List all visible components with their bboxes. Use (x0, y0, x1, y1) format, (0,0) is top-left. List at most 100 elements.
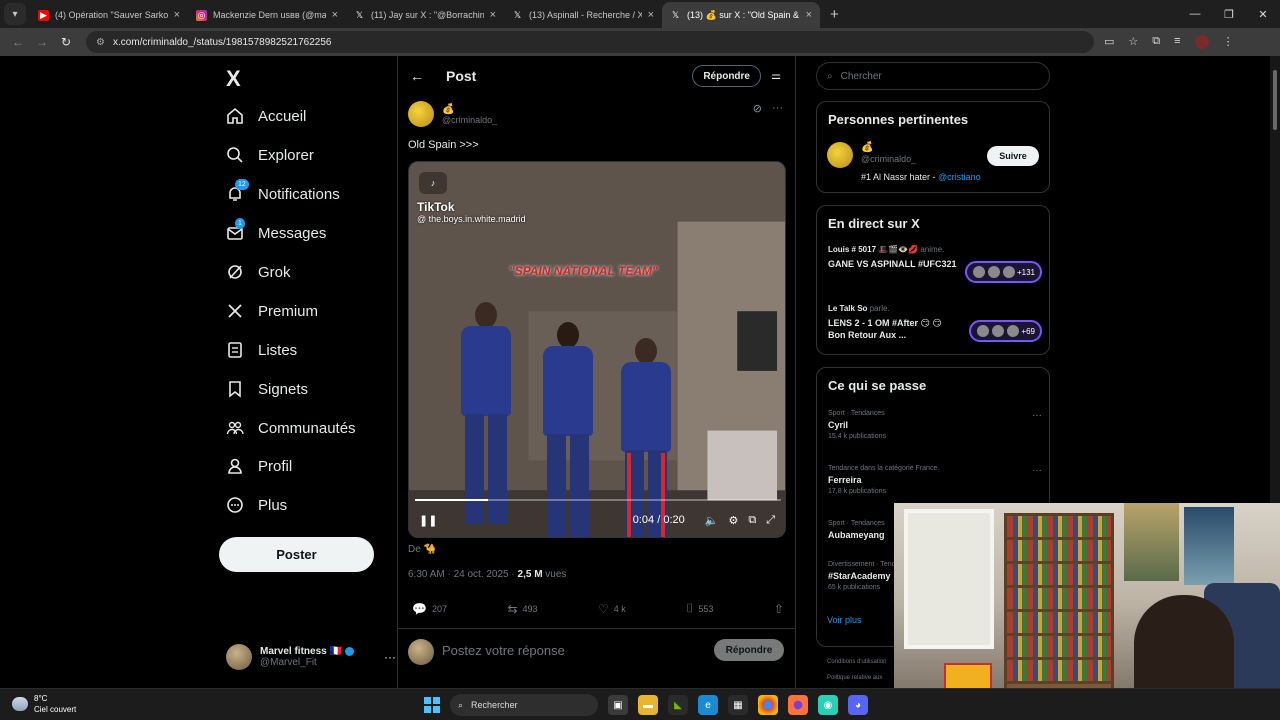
reply-button[interactable]: Répondre (714, 639, 784, 661)
home-icon (226, 107, 244, 125)
star-icon[interactable]: ☆ (1128, 35, 1138, 49)
media-icon[interactable]: ≡ (1174, 35, 1180, 49)
nav-item-grok[interactable]: Grok (216, 253, 391, 291)
live-item[interactable]: Le Talk So parle. LENS 2 - 1 OM #After 😏… (828, 304, 1042, 342)
browser-tab-1[interactable]: ◎ Mackenzie Dern usвв (@macke × (188, 2, 346, 28)
follow-button[interactable]: Suivre (987, 146, 1039, 166)
nav-item-premium[interactable]: Premium (216, 292, 391, 330)
browser-tab-4[interactable]: 𝕏 (13) 💰 sur X : "Old Spain & × (662, 2, 820, 28)
repost-icon: ⇆ (507, 601, 518, 616)
post-author[interactable]: 💰 @criminaldo_ (408, 101, 497, 127)
video-progress-bar[interactable] (415, 499, 781, 501)
app-icon[interactable]: ◉ (818, 695, 838, 715)
nav-item-listes[interactable]: Listes (216, 331, 391, 369)
browser-tab-3[interactable]: 𝕏 (13) Aspinall - Recherche / X × (504, 2, 662, 28)
scrollbar-thumb[interactable] (1273, 70, 1277, 130)
nav-item-notifications[interactable]: 12 Notifications (216, 175, 391, 213)
task-view-icon[interactable]: ▣ (608, 695, 628, 715)
search-input[interactable]: ⌕ Chercher (816, 62, 1050, 90)
cast-icon[interactable]: ▭ (1104, 35, 1114, 49)
post-timestamp[interactable]: 6:30 AM · 24 oct. 2025 · (408, 569, 518, 580)
author-name[interactable]: 💰 (442, 104, 497, 115)
weather-widget[interactable]: 8°C Ciel couvert (12, 693, 76, 715)
pause-icon[interactable]: ❚❚ (419, 514, 437, 527)
share-action[interactable]: ⇧ (774, 601, 784, 616)
author-handle[interactable]: @criminaldo_ (442, 115, 497, 125)
nav-item-accueil[interactable]: Accueil (216, 97, 391, 135)
close-icon[interactable]: × (648, 9, 654, 21)
see-more-link[interactable]: Voir plus (827, 615, 862, 625)
post-button[interactable]: Poster (219, 537, 374, 572)
person-name[interactable]: 💰 (861, 142, 873, 153)
footer-link[interactable]: Conditions d'utilisation (827, 654, 887, 670)
bookmark-action[interactable]: ⌷ 553 (686, 601, 713, 616)
file-explorer-icon[interactable]: ▬ (638, 695, 658, 715)
live-item[interactable]: Louis # 5017 🎩🎬👁️💋 anime. GANE VS ASPINA… (828, 245, 1042, 283)
restore-icon[interactable]: ❐ (1212, 0, 1246, 28)
back-icon[interactable]: ← (6, 35, 30, 49)
close-icon[interactable]: × (332, 9, 338, 21)
x-logo[interactable]: X (226, 66, 241, 92)
browser-tab-0[interactable]: ▶ (4) Opération "Sauver Sarko", la × (30, 2, 188, 28)
forward-icon[interactable]: → (30, 35, 54, 49)
more-icon[interactable]: ··· (772, 102, 783, 115)
reply-input[interactable]: Postez votre réponse (442, 643, 565, 658)
taskbar-search[interactable]: ⌕ Rechercher (450, 694, 598, 716)
new-tab-button[interactable]: + (830, 6, 839, 23)
tiktok-user: @ the.boys.in.white.madrid (417, 214, 526, 224)
tab-search-button[interactable]: ▾ (4, 3, 26, 25)
footer-links: Conditions d'utilisation Politique relat… (827, 654, 887, 686)
url-field[interactable]: ⚙ x.com/criminaldo_/status/1981578982521… (86, 31, 1094, 53)
store-icon[interactable]: ▦ (728, 695, 748, 715)
reply-action[interactable]: 💬 207 (412, 601, 447, 616)
profile-avatar[interactable] (1194, 35, 1209, 49)
firefox-icon[interactable] (788, 695, 808, 715)
avatar[interactable] (827, 142, 853, 168)
fullscreen-icon[interactable]: ⤢ (766, 514, 775, 527)
back-arrow-icon[interactable]: ← (410, 68, 424, 84)
trend-item[interactable]: Sport · Tendances Cyril 15,4 k publicati… (828, 410, 1042, 440)
pip-icon[interactable]: ⧉ (748, 514, 756, 527)
volume-icon[interactable]: 🔈 (705, 514, 719, 527)
chrome-icon[interactable] (758, 695, 778, 715)
verified-icon (344, 646, 354, 656)
extensions-icon[interactable]: ⧉ (1152, 35, 1160, 49)
account-name: Marvel fitness 🇫🇷 (260, 646, 342, 657)
person-handle[interactable]: @criminaldo_ (861, 154, 916, 164)
close-icon[interactable]: × (490, 9, 496, 21)
avatar[interactable] (408, 101, 434, 127)
footer-link[interactable]: Politique relative aux (827, 670, 887, 686)
bio-link[interactable]: @cristiano (938, 172, 981, 182)
minimize-icon[interactable]: — (1178, 0, 1212, 28)
discord-icon[interactable]: ◕ (848, 695, 868, 715)
more-icon[interactable]: ··· (1032, 410, 1042, 421)
settings-icon[interactable]: ⚙ (728, 514, 738, 527)
trend-item[interactable]: Tendance dans la catégorie France Ferrei… (828, 465, 1042, 495)
nav-item-messages[interactable]: 1 Messages (216, 214, 391, 252)
nav-item-communautes[interactable]: Communautés (216, 409, 391, 447)
nav-item-explorer[interactable]: Explorer (216, 136, 391, 174)
more-icon[interactable]: ··· (1032, 465, 1042, 476)
close-icon[interactable]: × (806, 9, 812, 21)
like-action[interactable]: ♡ 4 k (598, 601, 626, 616)
nvidia-icon[interactable]: ◣ (668, 695, 688, 715)
close-window-icon[interactable]: ✕ (1246, 0, 1280, 28)
nav-item-plus[interactable]: Plus (216, 486, 391, 524)
more-icon[interactable]: ··· (384, 650, 396, 664)
video-player[interactable]: ♪ TikTok @ the.boys.in.white.madrid "SPA… (408, 161, 786, 538)
reply-top-button[interactable]: Répondre (692, 65, 761, 87)
menu-icon[interactable]: ⋮ (1223, 35, 1234, 49)
site-info-icon[interactable]: ⚙ (96, 37, 105, 48)
close-icon[interactable]: × (174, 9, 180, 21)
browser-tab-2[interactable]: 𝕏 (11) Jay sur X : "@Borrachinhal × (346, 2, 504, 28)
grok-icon[interactable]: ⊘ (753, 102, 762, 115)
repost-action[interactable]: ⇆ 493 (507, 601, 537, 616)
post-source: De 🐪 (408, 544, 437, 555)
nav-item-signets[interactable]: Signets (216, 370, 391, 408)
windows-start-icon[interactable] (424, 697, 440, 713)
nav-item-profil[interactable]: Profil (216, 447, 391, 485)
reload-icon[interactable]: ↻ (54, 35, 78, 49)
edge-icon[interactable]: e (698, 695, 718, 715)
account-switcher[interactable]: Marvel fitness 🇫🇷 @Marvel_Fit ··· (226, 642, 396, 672)
filter-icon[interactable]: ⚌ (771, 69, 781, 82)
